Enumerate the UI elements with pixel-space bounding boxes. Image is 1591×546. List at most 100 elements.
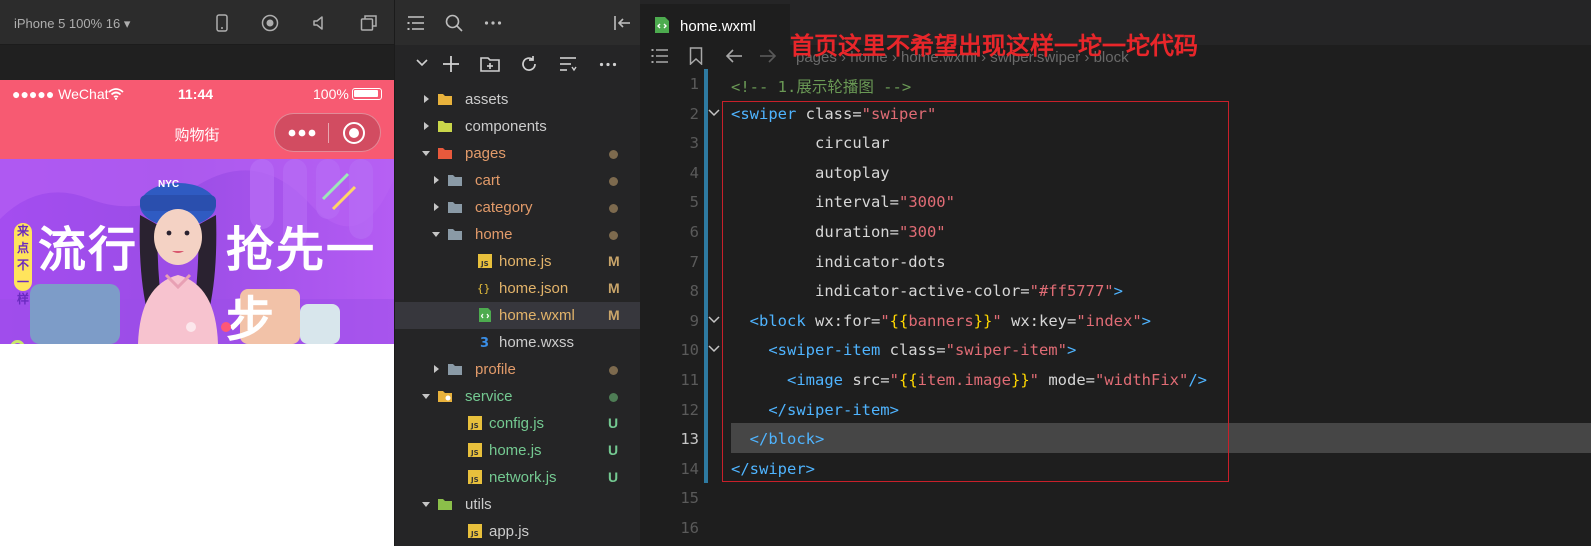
tree-item-app-js[interactable]: JS app.js [395,518,641,545]
explorer-header [395,0,641,45]
arrow-right-icon[interactable] [759,48,777,64]
tree-item-label: home.wxml [499,307,575,324]
tree-item-home-json[interactable]: {} home.json M [395,275,641,302]
fold-chevron-icon[interactable] [707,313,721,327]
chevron-right-icon[interactable] [431,364,441,374]
more-actions-icon[interactable] [599,62,617,67]
tree-item-home-js[interactable]: JS home.js U [395,437,641,464]
json-file-icon: {} [477,282,490,295]
js-file-icon: JS [468,443,482,457]
folder-icon [448,202,462,213]
collapse-all-icon[interactable] [559,55,577,73]
tree-item-label: category [475,199,533,216]
line-number: 3 [689,134,699,153]
tree-item-label: home.js [489,442,542,459]
file-explorer: assets components pages cart category home JS h… [394,0,641,546]
svg-text:{}: {} [477,282,490,295]
tree-item-label: network.js [489,469,557,486]
volume-icon[interactable] [311,14,329,32]
device-selector[interactable]: iPhone 5 100% 16 ▾ [14,16,130,32]
line-number: 7 [689,252,699,271]
js-file-icon: JS [468,524,482,538]
tree-item-category[interactable]: category [395,194,641,221]
folder-icon [438,121,452,132]
chevron-right-icon[interactable] [431,202,441,212]
refresh-icon[interactable] [520,55,538,73]
folder-icon [438,499,452,510]
chevron-down-icon[interactable] [431,229,441,239]
fold-chevron-icon[interactable] [707,106,721,120]
explorer-actions [395,45,641,83]
js-file-icon: JS [468,470,482,484]
code-line[interactable]: 15 [640,483,1591,513]
tree-item-config-js[interactable]: JS config.js U [395,410,641,437]
folder-icon [448,229,462,240]
tree-item-label: home.js [499,253,552,270]
new-file-icon[interactable] [442,55,460,73]
line-number: 5 [689,193,699,212]
phone-icon[interactable] [213,14,231,32]
swiper-indicator-dot[interactable] [186,322,196,332]
collapse-panel-icon[interactable] [613,15,631,31]
tree-item-utils[interactable]: utils [395,491,641,518]
record-icon[interactable] [261,14,279,32]
more-dots-icon[interactable] [288,127,316,139]
code-line[interactable]: 16 [640,513,1591,543]
chevron-down-icon[interactable] [421,148,431,158]
tree-item-service[interactable]: service [395,383,641,410]
tree-item-profile[interactable]: profile [395,356,641,383]
svg-text:JS: JS [470,422,479,430]
search-icon[interactable] [445,14,463,32]
tree-item-home-wxss[interactable]: 3 home.wxss [395,329,641,356]
line-number: 13 [680,430,699,449]
line-number: 9 [689,311,699,330]
more-icon[interactable] [484,20,502,26]
chevron-down-icon[interactable] [415,56,429,70]
code-line[interactable]: 1 <!-- 1.展示轮播图 --> [640,69,1591,99]
line-number: 10 [680,341,699,360]
chevron-down-icon[interactable] [421,391,431,401]
git-status-dot [609,231,618,240]
wechat-navbar: 购物街 [0,108,394,159]
js-file-icon: JS [468,416,482,430]
git-status-badge: M [608,280,620,296]
folder-icon [448,364,462,375]
arrow-left-icon[interactable] [725,48,743,64]
tree-item-home-js[interactable]: JS home.js M [395,248,641,275]
tree-item-pages[interactable]: pages [395,140,641,167]
tree-item-network-js[interactable]: JS network.js U [395,464,641,491]
simulator-frame [0,45,394,80]
chevron-right-icon[interactable] [421,94,431,104]
tree-item-label: home.json [499,280,569,297]
capsule-menu[interactable] [274,113,381,152]
tree-item-label: service [465,388,513,405]
close-miniprogram-icon[interactable] [343,122,365,144]
tab-home-wxml[interactable]: home.wxml [640,4,790,45]
bookmark-icon[interactable] [689,47,703,65]
fold-chevron-icon[interactable] [707,342,721,356]
tree-item-label: pages [465,145,506,162]
new-folder-icon[interactable] [480,55,500,73]
swiper-indicator-dot-active[interactable] [221,322,231,332]
tree-item-label: utils [465,496,492,513]
list-icon[interactable] [407,15,425,31]
annotation-box [722,101,1229,482]
git-status-badge: M [608,307,620,323]
simulator-panel: iPhone 5 100% 16 ▾ ●●●●● WeChat 11:44 10… [0,0,394,546]
tree-item-components[interactable]: components [395,113,641,140]
tree-item-label: home.wxss [499,334,575,351]
outline-icon[interactable] [651,48,669,64]
wifi-icon [108,88,124,100]
tree-item-label: components [465,118,547,135]
tree-item-home[interactable]: home [395,221,641,248]
tree-item-cart[interactable]: cart [395,167,641,194]
svg-text:JS: JS [470,476,479,484]
service-folder-icon [438,391,452,402]
chevron-down-icon[interactable] [421,499,431,509]
wxml-file-icon [655,17,669,33]
chevron-right-icon[interactable] [421,121,431,131]
chevron-right-icon[interactable] [431,175,441,185]
tree-item-assets[interactable]: assets [395,86,641,113]
multi-window-icon[interactable] [360,14,378,32]
tree-item-home-wxml[interactable]: home.wxml M [395,302,641,329]
